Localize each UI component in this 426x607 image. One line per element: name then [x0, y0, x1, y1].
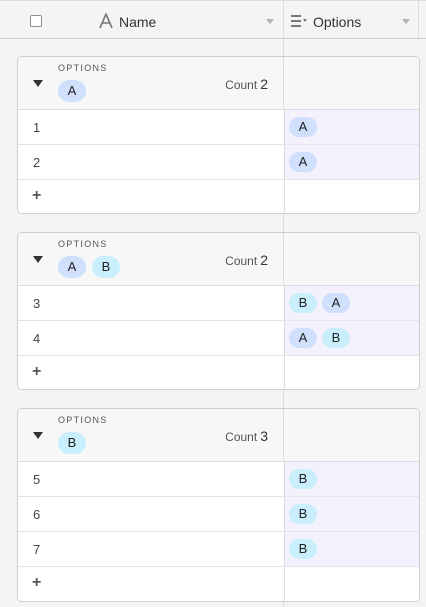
- option-pill: B: [289, 469, 317, 489]
- row-number: 5: [33, 472, 41, 487]
- group-count: Count 2: [225, 76, 268, 94]
- group-block: OPTIONS B Count 3 5 B 6 B 7 B +: [17, 408, 420, 602]
- column-divider: [418, 1, 419, 40]
- options-cell[interactable]: A: [284, 145, 419, 179]
- add-record-icon[interactable]: +: [32, 187, 41, 205]
- option-pill: A: [289, 328, 317, 348]
- add-row[interactable]: +: [18, 567, 419, 601]
- group-field-label: OPTIONS: [58, 415, 108, 425]
- collapse-toggle-icon[interactable]: [33, 256, 43, 263]
- option-pill: B: [289, 504, 317, 524]
- group-value-pills: A: [58, 80, 86, 102]
- group-header[interactable]: OPTIONS B Count 3: [18, 409, 419, 462]
- group-block: OPTIONS A Count 2 1 A 2 A +: [17, 56, 420, 214]
- column-divider: [283, 57, 284, 109]
- option-pill: B: [289, 539, 317, 559]
- grid-header: Name Options: [0, 0, 426, 40]
- add-record-icon[interactable]: +: [32, 574, 41, 592]
- row-number: 3: [33, 296, 41, 311]
- add-row-cell: [284, 567, 419, 601]
- options-cell[interactable]: A B: [284, 321, 419, 355]
- table-row[interactable]: 2 A: [18, 145, 419, 180]
- row-number: 6: [33, 507, 41, 522]
- column-divider: [283, 1, 284, 40]
- count-label: Count: [225, 78, 258, 92]
- options-column-header[interactable]: Options: [313, 14, 361, 30]
- group-header[interactable]: OPTIONS A Count 2: [18, 57, 419, 110]
- options-cell[interactable]: A: [284, 110, 419, 144]
- option-pill: B: [289, 293, 317, 313]
- group-value-pills: B: [58, 432, 86, 454]
- group-count: Count 3: [225, 428, 268, 446]
- row-number: 1: [33, 120, 41, 135]
- text-field-icon: [99, 13, 113, 29]
- count-value: 3: [260, 428, 268, 444]
- collapse-toggle-icon[interactable]: [33, 80, 43, 87]
- count-label: Count: [225, 430, 258, 444]
- group-count: Count 2: [225, 252, 268, 270]
- name-column-menu-icon[interactable]: [266, 19, 274, 24]
- options-column-menu-icon[interactable]: [402, 19, 410, 24]
- multiselect-field-icon: [291, 15, 307, 27]
- collapse-toggle-icon[interactable]: [33, 432, 43, 439]
- option-pill: A: [289, 117, 317, 137]
- add-row-cell: [284, 180, 419, 213]
- option-pill: B: [92, 256, 120, 278]
- group-field-label: OPTIONS: [58, 63, 108, 73]
- count-value: 2: [260, 76, 268, 92]
- column-divider: [283, 233, 284, 285]
- options-cell[interactable]: B: [284, 497, 419, 531]
- option-pill: A: [289, 152, 317, 172]
- option-pill: B: [322, 328, 350, 348]
- group-header[interactable]: OPTIONS A B Count 2: [18, 233, 419, 286]
- row-number: 7: [33, 542, 41, 557]
- options-cell[interactable]: B: [284, 462, 419, 496]
- option-pill: A: [58, 80, 86, 102]
- table-row[interactable]: 7 B: [18, 532, 419, 567]
- add-row-cell: [284, 356, 419, 389]
- count-value: 2: [260, 252, 268, 268]
- count-label: Count: [225, 254, 258, 268]
- select-all-checkbox[interactable]: [30, 15, 42, 27]
- table-row[interactable]: 3 B A: [18, 286, 419, 321]
- row-number: 2: [33, 155, 41, 170]
- options-cell[interactable]: B A: [284, 286, 419, 320]
- group-field-label: OPTIONS: [58, 239, 108, 249]
- table-row[interactable]: 4 A B: [18, 321, 419, 356]
- option-pill: B: [58, 432, 86, 454]
- table-row[interactable]: 5 B: [18, 462, 419, 497]
- add-row[interactable]: +: [18, 180, 419, 213]
- add-row[interactable]: +: [18, 356, 419, 389]
- options-cell[interactable]: B: [284, 532, 419, 566]
- column-divider: [283, 409, 284, 461]
- option-pill: A: [58, 256, 86, 278]
- add-record-icon[interactable]: +: [32, 363, 41, 381]
- table-row[interactable]: 6 B: [18, 497, 419, 532]
- group-block: OPTIONS A B Count 2 3 B A 4 A B +: [17, 232, 420, 390]
- option-pill: A: [322, 293, 350, 313]
- table-row[interactable]: 1 A: [18, 110, 419, 145]
- name-column-header[interactable]: Name: [119, 14, 156, 30]
- row-number: 4: [33, 331, 41, 346]
- group-value-pills: A B: [58, 256, 120, 278]
